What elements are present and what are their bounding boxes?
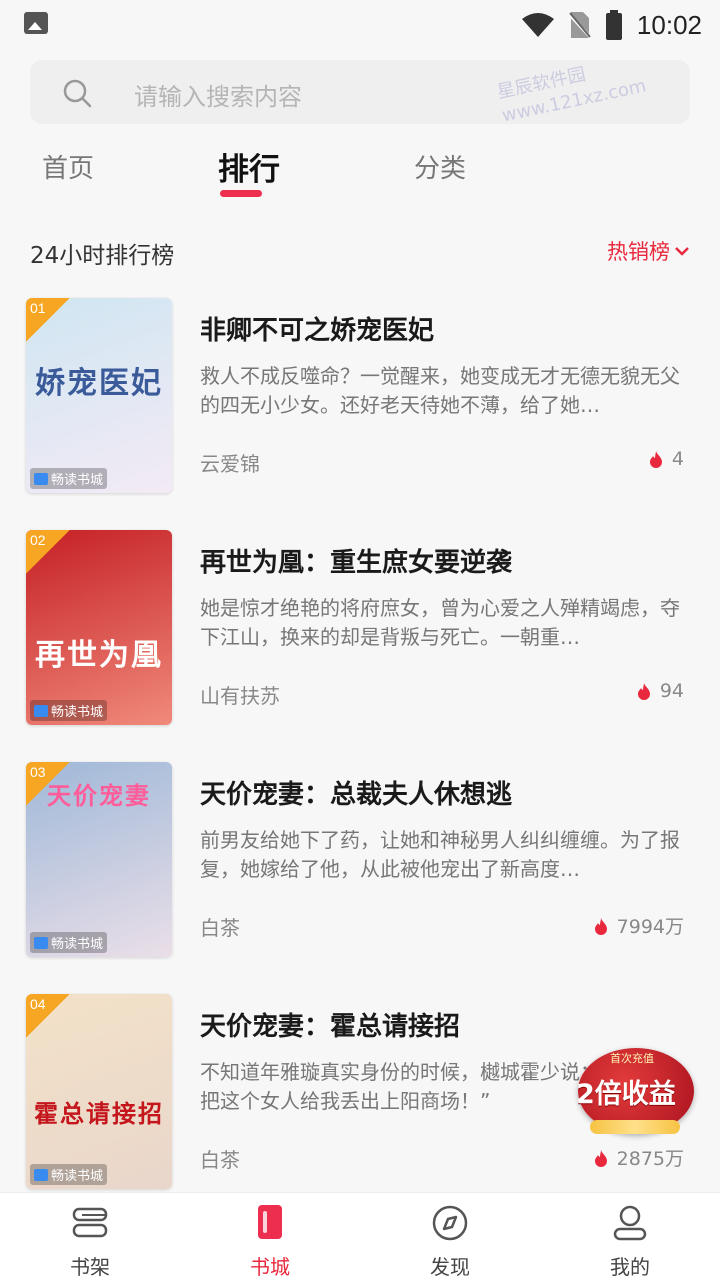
book-author: 白茶 [200,1148,240,1172]
search-icon [63,79,92,108]
battery-icon [605,10,622,40]
book-description: 她是惊才绝艳的将府庶女，曾为心爱之人殚精竭虑，夺下江山，换来的却是背叛与死亡。一… [200,596,680,649]
image-notification-icon [24,12,48,34]
fire-icon [649,451,662,468]
publisher-badge: 畅读书城 [30,468,108,489]
recharge-promo-button[interactable]: 首次充值 2倍收益 [570,1042,700,1142]
publisher-badge: 畅读书城 [30,1164,108,1185]
tab-home[interactable]: 首页 [42,148,94,185]
publisher-logo-icon [34,936,48,949]
heat-value: 94 [659,680,684,702]
publisher-badge: 畅读书城 [30,932,108,953]
book-title[interactable]: 非卿不可之娇宠医妃 [200,310,434,347]
fire-icon [594,917,607,935]
nav-item-bookshelf[interactable]: 书架 [0,1193,180,1280]
rank-number: 02 [30,532,46,548]
section-title: 24小时排行榜 [30,243,175,269]
cover-title: 娇宠医妃 [35,366,163,401]
book-title[interactable]: 天价宠妻：总裁夫人休想逃 [200,774,512,811]
publisher-logo-icon [34,1168,48,1181]
heat-value: 7994万 [616,916,684,938]
publisher-name: 畅读书城 [51,937,104,952]
top-tabs: 首页 排行 分类 [0,140,720,200]
bookshelf-icon [72,1207,108,1238]
publisher-badge: 畅读书城 [30,700,108,721]
rank-filter-dropdown[interactable]: 热销榜 [607,236,690,266]
promo-top-text: 首次充值 [610,1052,654,1065]
nav-label: 发现 [430,1255,470,1279]
nav-label: 书城 [250,1255,290,1279]
book-heat: 2875万 [593,1144,684,1171]
nav-label: 我的 [610,1255,650,1279]
book-cover[interactable]: 01 娇宠医妃 畅读书城 [26,298,172,493]
book-author: 白茶 [200,916,240,940]
book-description: 救人不成反噬命？一觉醒来，她变成无才无德无貌无父的四无小少女。还好老天待她不薄，… [200,364,680,417]
book-cover[interactable]: 02 再世为凰 畅读书城 [26,530,172,725]
chevron-down-icon [675,247,689,256]
compass-icon [432,1205,468,1241]
active-tab-indicator [220,190,262,197]
fire-icon [594,1149,607,1167]
book-author: 山有扶苏 [200,684,280,708]
nav-item-profile[interactable]: 我的 [540,1193,720,1280]
rank-filter-label: 热销榜 [607,240,670,264]
status-indicators: 10:02 [521,6,702,44]
publisher-logo-icon [34,472,48,485]
book-author: 云爱锦 [200,452,260,476]
book-heat: 94 [636,680,684,702]
search-bar[interactable]: 请输入搜索内容 [30,60,690,124]
coins-icon [590,1120,680,1134]
book-description: 前男友给她下了药，让她和神秘男人纠纠缠缠。为了报复，她嫁给了他，从此被他宠出了新… [200,828,680,881]
book-cover[interactable]: 03 天价宠妻 畅读书城 [26,762,172,957]
bookstore-icon [258,1205,282,1239]
promo-main-text: 2倍收益 [576,1079,676,1110]
heat-value: 2875万 [616,1148,684,1170]
publisher-name: 畅读书城 [51,473,104,488]
fire-icon [637,683,650,700]
cover-title: 天价宠妻 [47,781,151,810]
cover-title: 霍总请接招 [34,1099,164,1128]
heat-value: 4 [671,448,684,470]
no-sim-icon [568,12,591,40]
tab-ranking[interactable]: 排行 [218,144,280,189]
publisher-logo-icon [34,704,48,717]
nav-label: 书架 [70,1255,110,1279]
publisher-name: 畅读书城 [51,1169,104,1184]
bottom-nav: 书架 书城 发现 我的 [0,1192,720,1280]
status-bar: 10:02 [0,0,720,50]
status-time: 10:02 [636,9,702,40]
book-heat: 7994万 [593,912,684,939]
nav-item-discover[interactable]: 发现 [360,1193,540,1280]
book-item[interactable]: 03 天价宠妻 畅读书城 天价宠妻：总裁夫人休想逃 前男友给她下了药，让她和神秘… [0,760,720,958]
rank-number: 04 [30,996,46,1012]
book-cover[interactable]: 04 霍总请接招 畅读书城 [26,994,172,1189]
book-item[interactable]: 01 娇宠医妃 畅读书城 非卿不可之娇宠医妃 救人不成反噬命？一觉醒来，她变成无… [0,296,720,494]
wifi-icon [521,13,554,37]
tab-category[interactable]: 分类 [414,148,466,185]
book-item[interactable]: 02 再世为凰 畅读书城 再世为凰：重生庶女要逆袭 她是惊才绝艳的将府庶女，曾为… [0,528,720,726]
rank-number: 01 [30,300,46,316]
cover-title: 再世为凰 [35,638,163,673]
book-title[interactable]: 天价宠妻：霍总请接招 [200,1006,460,1043]
profile-icon [613,1205,647,1241]
search-input[interactable]: 请输入搜索内容 [134,77,302,112]
book-title[interactable]: 再世为凰：重生庶女要逆袭 [200,542,512,579]
book-heat: 4 [648,448,684,470]
nav-item-bookstore[interactable]: 书城 [180,1193,360,1280]
publisher-name: 畅读书城 [51,705,104,720]
